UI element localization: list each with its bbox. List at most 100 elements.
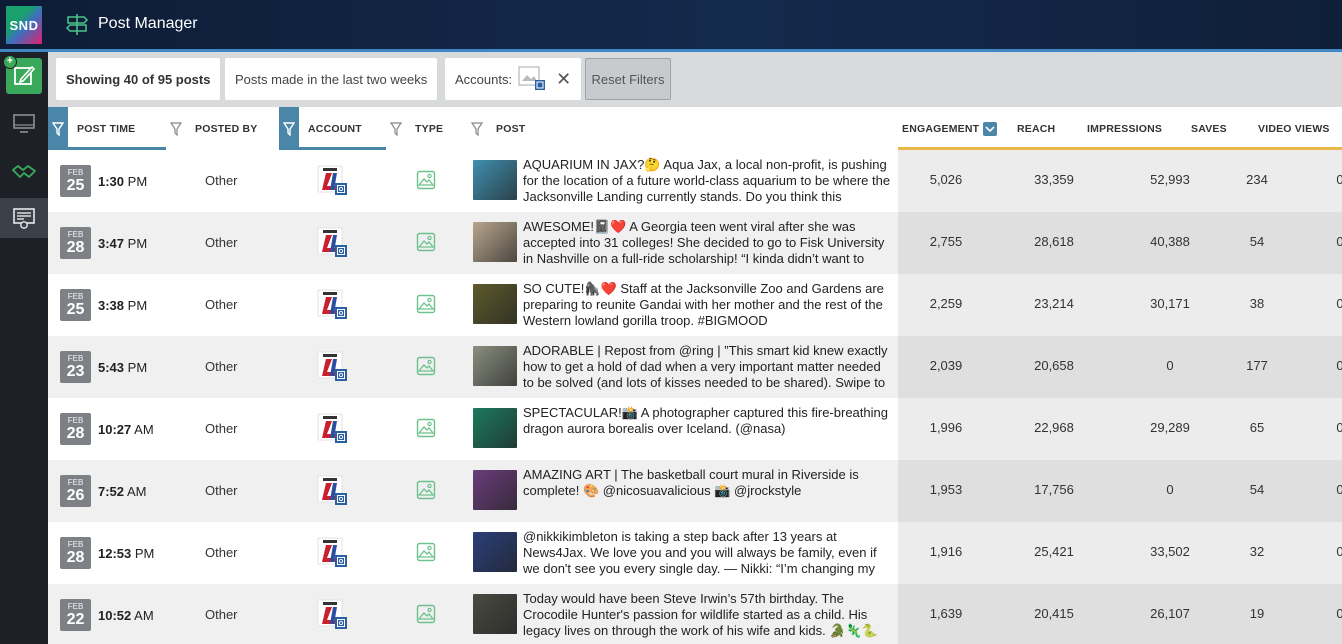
account-filter-icon[interactable] bbox=[279, 107, 299, 150]
post-text[interactable]: Today would have been Steve Irwin’s 57th… bbox=[523, 591, 895, 639]
row-post-info: FEB 28 12:53 PM Other @nikkikimbleton is… bbox=[48, 522, 898, 584]
table-row[interactable]: FEB 22 10:52 AM Other Today would have b… bbox=[48, 584, 1342, 644]
date-day: 26 bbox=[66, 487, 85, 504]
table-row[interactable]: FEB 26 7:52 AM Other AMAZING ART | The b… bbox=[48, 460, 1342, 522]
account-logo-icon[interactable] bbox=[316, 288, 350, 322]
sidebar-item-monitor[interactable] bbox=[0, 104, 48, 144]
account-logo-icon[interactable] bbox=[316, 474, 350, 508]
account-logo-icon[interactable] bbox=[316, 226, 350, 260]
filter-bar: Showing 40 of 95 posts Posts made in the… bbox=[48, 52, 1342, 107]
new-post-button[interactable]: + bbox=[3, 55, 42, 94]
date-month: FEB bbox=[67, 230, 84, 239]
post-thumbnail[interactable] bbox=[473, 346, 517, 386]
impressions-value: 30,171 bbox=[1150, 296, 1190, 311]
row-post-info: FEB 22 10:52 AM Other Today would have b… bbox=[48, 584, 898, 644]
table-row[interactable]: FEB 28 10:27 AM Other SPECTACULAR!📸 A ph… bbox=[48, 398, 1342, 460]
video-views-value: 0 bbox=[1336, 420, 1342, 435]
handshake-icon bbox=[12, 165, 36, 178]
date-day: 25 bbox=[66, 177, 85, 194]
posted-by: Other bbox=[205, 545, 238, 560]
account-logo-icon[interactable] bbox=[316, 164, 350, 198]
post-thumbnail[interactable] bbox=[473, 470, 517, 510]
column-video-views[interactable]: VIDEO VIEWS bbox=[1258, 107, 1330, 150]
row-metrics: 5,026 33,359 52,993 234 0 bbox=[898, 150, 1342, 212]
post-text[interactable]: SO CUTE!🦍❤️ Staff at the Jacksonville Zo… bbox=[523, 281, 895, 329]
account-logo-icon[interactable] bbox=[316, 412, 350, 446]
posted-by-filter-icon[interactable] bbox=[166, 107, 186, 150]
reach-value: 20,415 bbox=[1034, 606, 1074, 621]
saves-value: 32 bbox=[1249, 544, 1265, 559]
column-reach[interactable]: REACH bbox=[1017, 107, 1055, 150]
post-manager-icon bbox=[13, 208, 35, 229]
column-posted-by[interactable]: POSTED BY bbox=[195, 107, 257, 150]
posted-by: Other bbox=[205, 359, 238, 374]
column-saves[interactable]: SAVES bbox=[1191, 107, 1227, 150]
date-range-filter[interactable]: Posts made in the last two weeks bbox=[225, 58, 438, 100]
post-thumbnail[interactable] bbox=[473, 160, 517, 200]
account-logo-icon[interactable] bbox=[316, 598, 350, 632]
row-metrics: 2,755 28,618 40,388 54 0 bbox=[898, 212, 1342, 274]
type-filter-icon[interactable] bbox=[386, 107, 406, 150]
impressions-value: 0 bbox=[1166, 358, 1174, 373]
post-time-value: 3:38 bbox=[98, 298, 125, 313]
account-logo-icon[interactable] bbox=[316, 536, 350, 570]
table-row[interactable]: FEB 28 3:47 PM Other AWESOME!📓❤️ A Georg… bbox=[48, 212, 1342, 274]
reset-filters-button[interactable]: Reset Filters bbox=[585, 58, 671, 100]
post-text[interactable]: AMAZING ART | The basketball court mural… bbox=[523, 467, 895, 515]
post-time-value: 12:53 bbox=[98, 546, 132, 561]
post-thumbnail[interactable] bbox=[473, 532, 517, 572]
table-row[interactable]: FEB 23 5:43 PM Other ADORABLE | Repost f… bbox=[48, 336, 1342, 398]
table-row[interactable]: FEB 25 1:30 PM Other AQUARIUM IN JAX?🤔 A… bbox=[48, 150, 1342, 212]
post-thumbnail[interactable] bbox=[473, 408, 517, 448]
post-text[interactable]: ADORABLE | Repost from @ring | ”This sma… bbox=[523, 343, 895, 391]
reach-value: 28,618 bbox=[1034, 234, 1074, 249]
image-type-icon bbox=[416, 542, 436, 562]
column-post[interactable]: POST bbox=[496, 107, 525, 150]
signpost-icon bbox=[65, 14, 89, 35]
video-views-value: 0 bbox=[1336, 172, 1342, 187]
column-type[interactable]: TYPE bbox=[415, 107, 443, 150]
left-sidebar: + bbox=[0, 52, 48, 644]
post-time: 1:30 PM bbox=[98, 174, 147, 189]
post-time-ampm: AM bbox=[134, 608, 154, 623]
video-views-value: 0 bbox=[1336, 234, 1342, 249]
image-type-icon bbox=[416, 604, 436, 624]
post-text[interactable]: @nikkikimbleton is taking a step back af… bbox=[523, 529, 895, 577]
post-thumbnail[interactable] bbox=[473, 222, 517, 262]
column-impressions[interactable]: IMPRESSIONS bbox=[1087, 107, 1162, 150]
saves-value: 19 bbox=[1249, 606, 1265, 621]
date-month: FEB bbox=[67, 168, 84, 177]
post-filter-icon[interactable] bbox=[467, 107, 487, 150]
column-engagement[interactable]: ENGAGEMENT bbox=[902, 107, 998, 150]
post-text[interactable]: AWESOME!📓❤️ A Georgia teen went viral af… bbox=[523, 219, 895, 267]
page-title: Post Manager bbox=[98, 15, 198, 32]
sort-descending-icon[interactable] bbox=[983, 121, 998, 136]
date-month: FEB bbox=[67, 478, 84, 487]
column-account[interactable]: ACCOUNT bbox=[308, 107, 362, 150]
engagement-value: 1,953 bbox=[929, 482, 963, 497]
post-thumbnail[interactable] bbox=[473, 284, 517, 324]
posted-by: Other bbox=[205, 297, 238, 312]
sidebar-item-partners[interactable] bbox=[0, 152, 48, 192]
row-post-info: FEB 25 3:38 PM Other SO CUTE!🦍❤️ Staff a… bbox=[48, 274, 898, 336]
column-engagement-label: ENGAGEMENT bbox=[902, 122, 980, 135]
engagement-value: 5,026 bbox=[929, 172, 963, 187]
post-thumbnail[interactable] bbox=[473, 594, 517, 634]
column-post-time[interactable]: POST TIME bbox=[77, 107, 135, 150]
impressions-value: 40,388 bbox=[1150, 234, 1190, 249]
post-text[interactable]: AQUARIUM IN JAX?🤔 Aqua Jax, a local non-… bbox=[523, 157, 895, 205]
account-avatar bbox=[518, 66, 546, 92]
snd-logo[interactable]: SND bbox=[6, 6, 42, 44]
post-text[interactable]: SPECTACULAR!📸 A photographer captured th… bbox=[523, 405, 895, 453]
engagement-value: 2,755 bbox=[929, 234, 963, 249]
account-logo-icon[interactable] bbox=[316, 350, 350, 384]
date-month: FEB bbox=[67, 292, 84, 301]
post-time-filter-icon[interactable] bbox=[48, 107, 68, 150]
table-row[interactable]: FEB 25 3:38 PM Other SO CUTE!🦍❤️ Staff a… bbox=[48, 274, 1342, 336]
impressions-value: 26,107 bbox=[1150, 606, 1190, 621]
table-row[interactable]: FEB 28 12:53 PM Other @nikkikimbleton is… bbox=[48, 522, 1342, 584]
remove-account-filter-icon[interactable]: ✕ bbox=[556, 69, 571, 90]
posts-table: FEB 25 1:30 PM Other AQUARIUM IN JAX?🤔 A… bbox=[48, 150, 1342, 644]
accounts-filter[interactable]: Accounts: ✕ bbox=[445, 58, 582, 100]
sidebar-item-post-manager[interactable] bbox=[0, 198, 48, 238]
